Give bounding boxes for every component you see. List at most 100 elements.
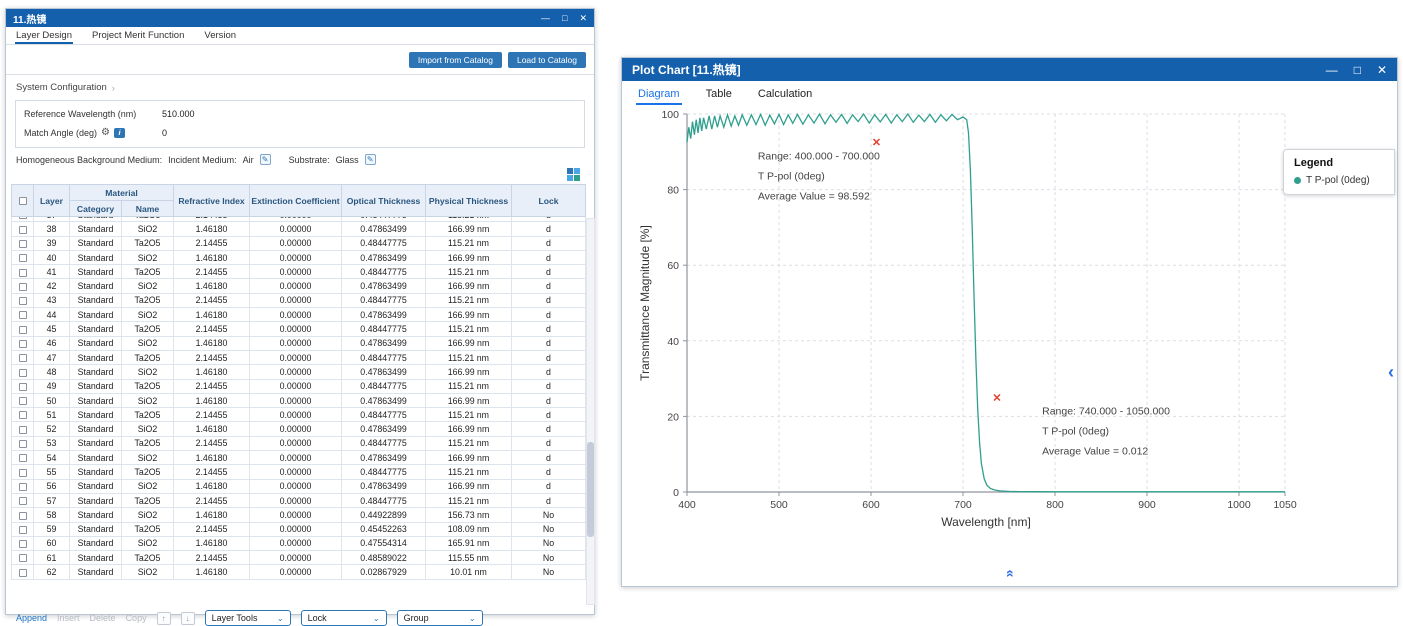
table-cell[interactable]: 61: [34, 551, 70, 565]
table-cell[interactable]: Standard: [70, 236, 122, 250]
table-cell[interactable]: SiO2: [122, 365, 174, 379]
table-cell[interactable]: 1.46180: [174, 422, 250, 436]
table-cell[interactable]: No: [512, 508, 586, 522]
table-cell[interactable]: 0.00000: [250, 465, 342, 479]
row-checkbox[interactable]: [19, 354, 27, 362]
table-cell[interactable]: 0.47863499: [342, 479, 426, 493]
table-cell[interactable]: 0.00000: [250, 408, 342, 422]
table-cell[interactable]: Standard: [70, 551, 122, 565]
tab-calculation[interactable]: Calculation: [756, 85, 814, 105]
table-cell[interactable]: Standard: [70, 479, 122, 493]
table-cell[interactable]: d: [512, 336, 586, 350]
table-cell[interactable]: 51: [34, 408, 70, 422]
table-cell[interactable]: d: [512, 365, 586, 379]
copy-button[interactable]: Copy: [126, 613, 147, 623]
table-cell[interactable]: 166.99 nm: [426, 365, 512, 379]
row-checkbox[interactable]: [19, 426, 27, 434]
table-cell[interactable]: Ta2O5: [122, 408, 174, 422]
table-row[interactable]: 48StandardSiO21.461800.000000.4786349916…: [12, 365, 586, 379]
table-cell[interactable]: SiO2: [122, 536, 174, 550]
table-cell[interactable]: 0.00000: [250, 350, 342, 364]
row-checkbox[interactable]: [19, 526, 27, 534]
table-row[interactable]: 41StandardTa2O52.144550.000000.484477751…: [12, 265, 586, 279]
table-cell[interactable]: 0.00000: [250, 250, 342, 264]
close-icon[interactable]: ✕: [1377, 64, 1387, 76]
table-cell[interactable]: 0.00000: [250, 365, 342, 379]
layer-tools-dropdown[interactable]: Layer Tools ⌄: [205, 610, 291, 626]
table-cell[interactable]: 166.99 nm: [426, 222, 512, 236]
table-row[interactable]: 38StandardSiO21.461800.000000.4786349916…: [12, 222, 586, 236]
table-cell[interactable]: 49: [34, 379, 70, 393]
table-cell[interactable]: Standard: [70, 565, 122, 579]
minimize-icon[interactable]: —: [1326, 64, 1338, 76]
menu-tab-project-merit-function[interactable]: Project Merit Function: [91, 28, 185, 44]
table-cell[interactable]: 166.99 nm: [426, 279, 512, 293]
table-cell[interactable]: d: [512, 479, 586, 493]
table-cell[interactable]: SiO2: [122, 222, 174, 236]
table-row[interactable]: 44StandardSiO21.461800.000000.4786349916…: [12, 308, 586, 322]
table-cell[interactable]: 0.48447775: [342, 465, 426, 479]
table-row[interactable]: 50StandardSiO21.461800.000000.4786349916…: [12, 393, 586, 407]
table-cell[interactable]: 166.99 nm: [426, 451, 512, 465]
table-cell[interactable]: 2.14455: [174, 379, 250, 393]
table-cell[interactable]: Standard: [70, 222, 122, 236]
table-cell[interactable]: 1.46180: [174, 479, 250, 493]
table-cell[interactable]: 1.46180: [174, 308, 250, 322]
table-cell[interactable]: d: [512, 493, 586, 507]
table-cell[interactable]: 0.48447775: [342, 408, 426, 422]
table-row[interactable]: 57StandardTa2O52.144550.000000.484477751…: [12, 493, 586, 507]
row-checkbox[interactable]: [19, 226, 27, 234]
table-cell[interactable]: 48: [34, 365, 70, 379]
table-cell[interactable]: Standard: [70, 393, 122, 407]
row-checkbox[interactable]: [19, 340, 27, 348]
table-cell[interactable]: 0.47863499: [342, 422, 426, 436]
delete-button[interactable]: Delete: [90, 613, 116, 623]
table-cell[interactable]: SiO2: [122, 308, 174, 322]
table-cell[interactable]: Ta2O5: [122, 379, 174, 393]
minimize-icon[interactable]: —: [541, 14, 550, 23]
table-row[interactable]: 43StandardTa2O52.144550.000000.484477751…: [12, 293, 586, 307]
table-row[interactable]: 53StandardTa2O52.144550.000000.484477751…: [12, 436, 586, 450]
table-cell[interactable]: 57: [34, 493, 70, 507]
table-cell[interactable]: 1.46180: [174, 393, 250, 407]
table-cell[interactable]: 2.14455: [174, 265, 250, 279]
table-row[interactable]: 58StandardSiO21.461800.000000.4492289915…: [12, 508, 586, 522]
table-cell[interactable]: 50: [34, 393, 70, 407]
load-to-catalog-button[interactable]: Load to Catalog: [508, 52, 586, 68]
layer-table-scroll-area[interactable]: 37StandardTa2O52.144550.000000.484477751…: [11, 217, 595, 605]
table-cell[interactable]: 0.47863499: [342, 365, 426, 379]
reference-wavelength-value[interactable]: 510.000: [162, 109, 195, 119]
row-checkbox[interactable]: [19, 569, 27, 577]
table-cell[interactable]: Standard: [70, 250, 122, 264]
table-cell[interactable]: Standard: [70, 536, 122, 550]
table-cell[interactable]: 53: [34, 436, 70, 450]
table-cell[interactable]: 166.99 nm: [426, 422, 512, 436]
table-cell[interactable]: No: [512, 536, 586, 550]
table-cell[interactable]: d: [512, 236, 586, 250]
table-cell[interactable]: 108.09 nm: [426, 522, 512, 536]
table-cell[interactable]: 0.44922899: [342, 508, 426, 522]
table-cell[interactable]: 58: [34, 508, 70, 522]
table-cell[interactable]: 115.21 nm: [426, 322, 512, 336]
collapse-panel-icon[interactable]: ‹: [1388, 363, 1394, 381]
table-row[interactable]: 52StandardSiO21.461800.000000.4786349916…: [12, 422, 586, 436]
table-cell[interactable]: Ta2O5: [122, 493, 174, 507]
edit-incident-medium-icon[interactable]: ✎: [260, 154, 271, 165]
row-checkbox[interactable]: [19, 497, 27, 505]
table-cell[interactable]: SiO2: [122, 565, 174, 579]
table-cell[interactable]: 1.46180: [174, 279, 250, 293]
table-cell[interactable]: 0.00000: [250, 551, 342, 565]
system-configuration-header[interactable]: System Configuration ›: [6, 75, 594, 96]
table-cell[interactable]: 0.48447775: [342, 350, 426, 364]
table-cell[interactable]: 0.02867929: [342, 565, 426, 579]
table-cell[interactable]: 45: [34, 322, 70, 336]
table-cell[interactable]: 42: [34, 279, 70, 293]
tab-diagram[interactable]: Diagram: [636, 85, 682, 105]
table-cell[interactable]: 115.21 nm: [426, 350, 512, 364]
table-cell[interactable]: 0.47863499: [342, 279, 426, 293]
table-cell[interactable]: 115.21 nm: [426, 379, 512, 393]
table-row[interactable]: 47StandardTa2O52.144550.000000.484477751…: [12, 350, 586, 364]
maximize-icon[interactable]: □: [1354, 64, 1361, 76]
table-cell[interactable]: SiO2: [122, 250, 174, 264]
row-checkbox[interactable]: [19, 512, 27, 520]
